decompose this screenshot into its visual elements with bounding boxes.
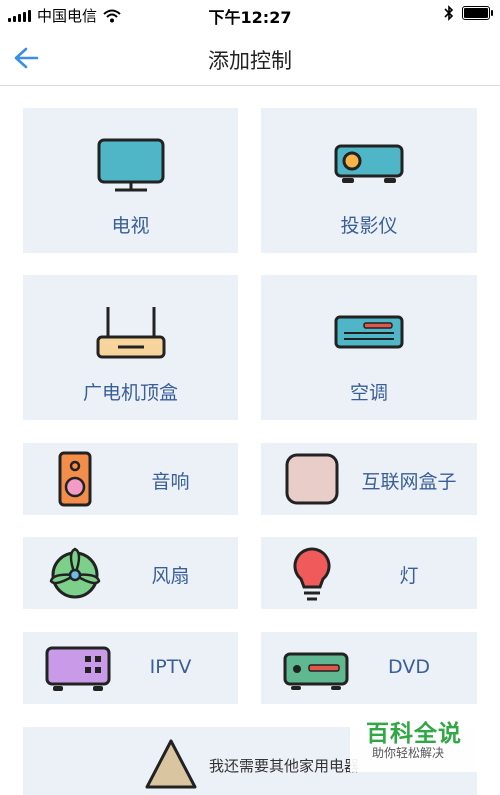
fan-icon <box>49 547 101 599</box>
device-internet-box-label: 互联网盒子 <box>361 471 457 493</box>
bluetooth-icon <box>444 5 454 21</box>
device-iptv-label: IPTV <box>149 656 192 678</box>
tv-icon <box>97 138 164 192</box>
projector-icon <box>334 144 404 183</box>
router-icon <box>96 307 165 359</box>
status-right <box>444 5 493 21</box>
speaker-icon <box>58 451 92 507</box>
nav-bar: 添加控制 <box>0 30 500 86</box>
device-dvd-label: DVD <box>388 656 430 678</box>
watermark-sub: 助你轻松解决 <box>372 746 445 760</box>
device-fan-card[interactable]: 风扇 <box>23 537 238 609</box>
watermark: 百科全说 助你轻松解决 <box>350 710 500 772</box>
device-dvd-card[interactable]: DVD <box>261 632 477 704</box>
light-bulb-icon <box>293 547 331 601</box>
triangle-icon <box>145 739 197 789</box>
page-title: 添加控制 <box>208 49 292 73</box>
device-tv-card[interactable]: 电视 <box>23 108 238 253</box>
device-internet-box-card[interactable]: 互联网盒子 <box>261 443 477 515</box>
device-projector-card[interactable]: 投影仪 <box>261 108 477 253</box>
device-light-label: 灯 <box>399 565 419 587</box>
watermark-main: 百科全说 <box>366 721 462 747</box>
device-stb-card[interactable]: 广电机顶盒 <box>23 275 238 420</box>
device-fan-label: 风扇 <box>151 565 190 587</box>
device-other-label: 我还需要其他家用电器 <box>209 757 360 775</box>
box-icon <box>285 453 339 505</box>
device-speaker-card[interactable]: 音响 <box>23 443 238 515</box>
device-stb-label: 广电机顶盒 <box>82 382 178 404</box>
device-projector-label: 投影仪 <box>340 215 398 237</box>
battery-icon <box>462 6 493 20</box>
clock: 下午12:27 <box>208 8 292 27</box>
device-speaker-label: 音响 <box>151 471 190 493</box>
device-ac-label: 空调 <box>349 382 388 404</box>
device-ac-card[interactable]: 空调 <box>261 275 477 420</box>
status-bar: 中国电信 下午12:27 <box>0 0 500 30</box>
air-conditioner-icon <box>334 315 404 349</box>
device-light-card[interactable]: 灯 <box>261 537 477 609</box>
device-tv-label: 电视 <box>111 215 150 237</box>
device-iptv-card[interactable]: IPTV <box>23 632 238 704</box>
